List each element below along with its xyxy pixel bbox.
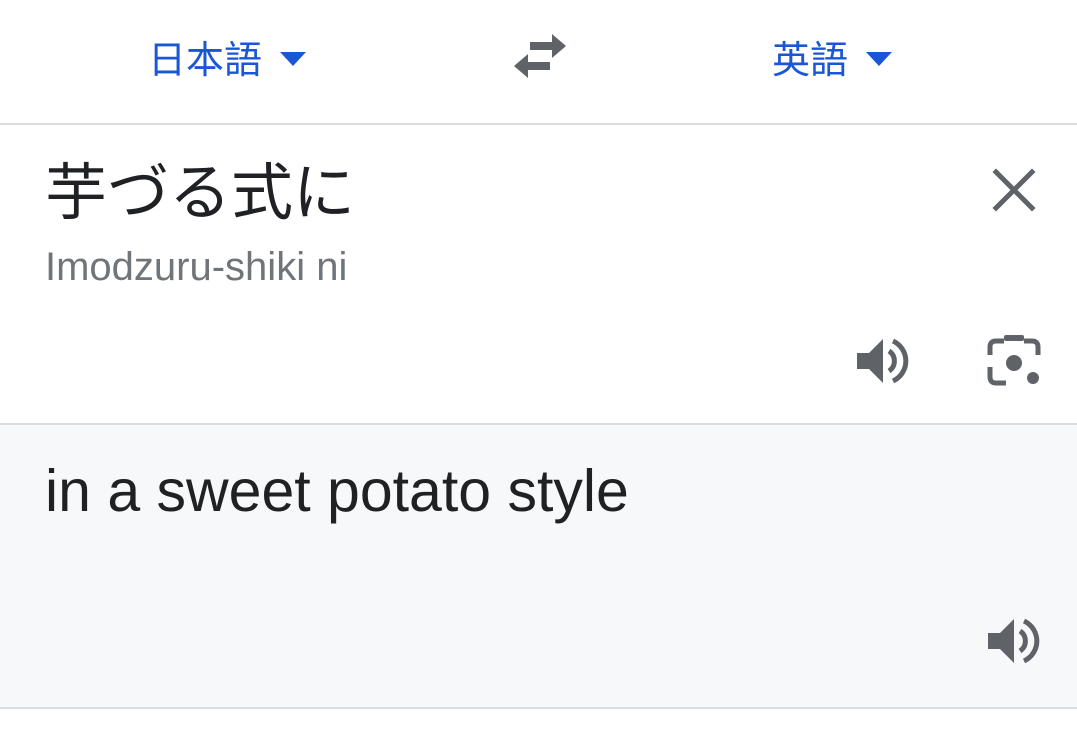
camera-translate-button[interactable]: [982, 329, 1046, 393]
target-language-selector[interactable]: 英語: [772, 28, 893, 84]
source-language-selector[interactable]: 日本語: [148, 28, 307, 84]
close-icon: [992, 168, 1036, 212]
source-text[interactable]: 芋づる式に: [45, 155, 355, 231]
romanization-text: Imodzuru-shiki ni: [45, 245, 348, 289]
language-bar: 日本語 英語: [0, 0, 1077, 125]
speaker-icon: [988, 618, 1040, 664]
target-language-label: 英語: [772, 39, 849, 82]
caret-down-icon: [866, 52, 893, 66]
caret-down-icon: [280, 52, 307, 66]
swap-arrows-icon: [514, 34, 566, 78]
source-panel[interactable]: 芋づる式に Imodzuru-shiki ni: [0, 125, 1077, 425]
swap-languages-button[interactable]: [508, 30, 572, 82]
listen-translation-button[interactable]: [982, 609, 1046, 673]
source-language-label: 日本語: [148, 39, 263, 82]
listen-source-button[interactable]: [851, 329, 915, 393]
speaker-icon: [857, 338, 909, 384]
translate-app: 日本語 英語 芋づる式に Imodzuru-shiki ni in a swee…: [0, 0, 1077, 732]
output-panel: in a sweet potato style: [0, 425, 1077, 709]
translation-text[interactable]: in a sweet potato style: [45, 457, 629, 525]
camera-lens-icon: [987, 335, 1041, 386]
clear-input-button[interactable]: [984, 160, 1044, 220]
